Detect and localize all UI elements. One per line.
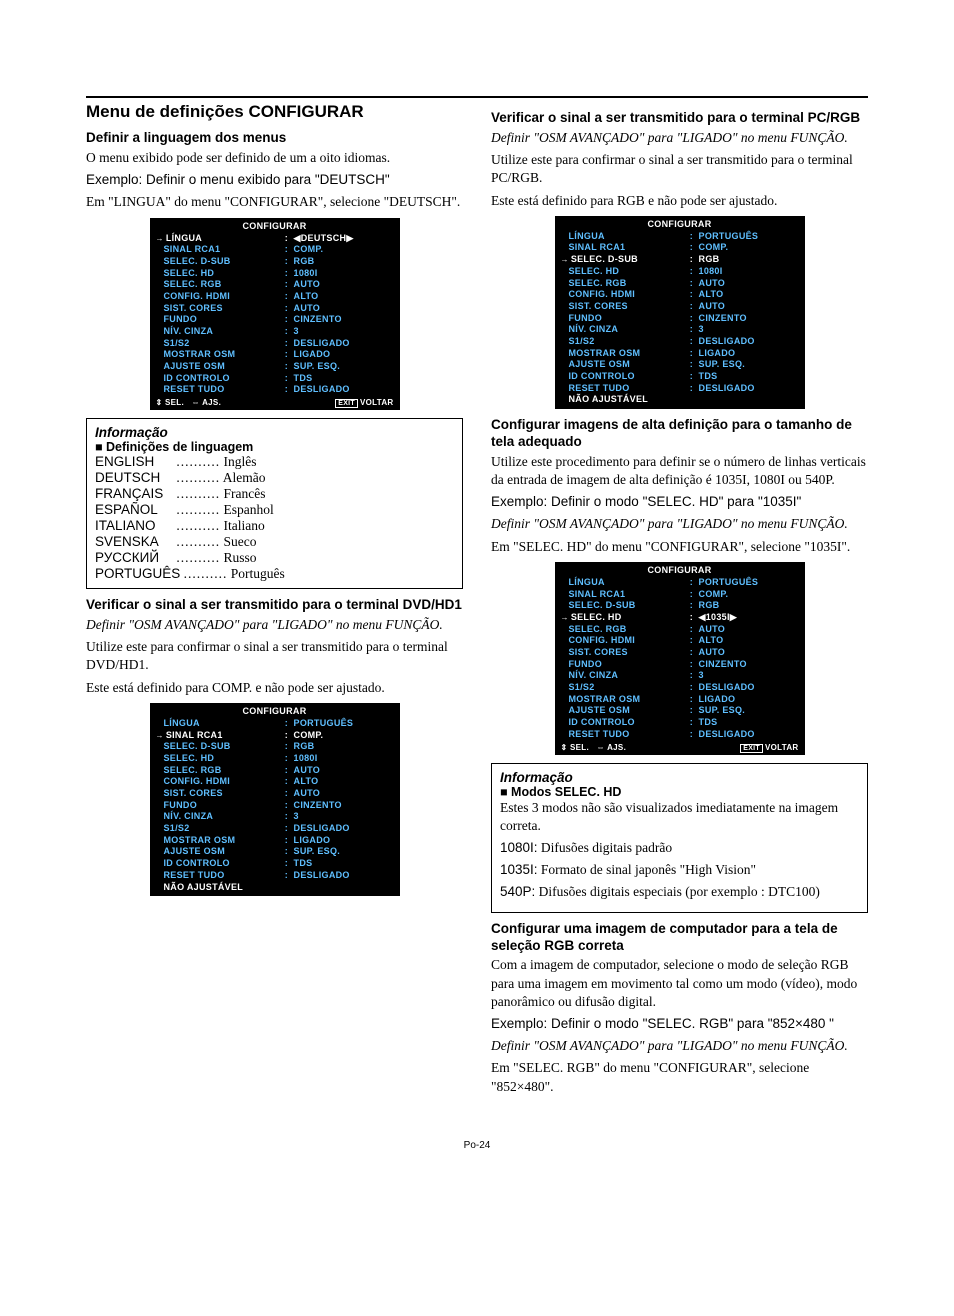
- section-title-lang: Definir a linguagem dos menus: [86, 130, 463, 147]
- osd-menu-1: CONFIGURARLÍNGUA:◀DEUTSCH▶SINAL RCA1:COM…: [150, 218, 400, 411]
- section-title-dvdhd1: Verificar o sinal a ser transmitido para…: [86, 597, 463, 614]
- para: Em "SELEC. HD" do menu "CONFIGURAR", sel…: [491, 538, 868, 556]
- para: Utilize este para confirmar o sinal a se…: [491, 151, 868, 187]
- osd-menu-3: CONFIGURARLÍNGUA:PORTUGUÊSSINAL RCA1:COM…: [555, 216, 805, 409]
- language-row: PORTUGUÊS .......... Português: [95, 566, 454, 582]
- section-title-rgb: Configurar uma imagem de computador para…: [491, 921, 868, 955]
- para: Este está definido para COMP. e não pode…: [86, 679, 463, 697]
- osd-menu-4: CONFIGURARLÍNGUA:PORTUGUÊSSINAL RCA1:COM…: [555, 562, 805, 755]
- right-column: Verificar o sinal a ser transmitido para…: [491, 102, 868, 1100]
- info-subheading: Definições de linguagem: [95, 440, 454, 454]
- language-row: ENGLISH .......... Inglês: [95, 454, 454, 470]
- left-column: Menu de definições CONFIGURAR Definir a …: [86, 102, 463, 1100]
- section-title-pcrgb: Verificar o sinal a ser transmitido para…: [491, 110, 868, 127]
- page-title: Menu de definições CONFIGURAR: [86, 102, 463, 122]
- page-number: Po-24: [86, 1140, 868, 1151]
- language-row: ESPAÑOL .......... Espanhol: [95, 502, 454, 518]
- language-list: ENGLISH .......... InglêsDEUTSCH .......…: [95, 454, 454, 582]
- hd-mode-line: 540P: Difusões digitais especiais (por e…: [500, 883, 859, 901]
- language-row: FRANÇAIS .......... Francês: [95, 486, 454, 502]
- info-heading: Informação: [95, 425, 454, 440]
- para: Com a imagem de computador, selecione o …: [491, 956, 868, 1011]
- para: Exemplo: Definir o menu exibido para "DE…: [86, 171, 463, 189]
- para: Definir "OSM AVANÇADO" para "LIGADO" no …: [491, 1037, 868, 1055]
- para: Em "SELEC. RGB" do menu "CONFIGURAR", se…: [491, 1059, 868, 1095]
- para: Exemplo: Definir o modo "SELEC. RGB" par…: [491, 1015, 868, 1033]
- section-title-hd: Configurar imagens de alta definição par…: [491, 417, 868, 451]
- language-row: SVENSKA .......... Sueco: [95, 534, 454, 550]
- para: Em "LINGUA" do menu "CONFIGURAR", seleci…: [86, 193, 463, 211]
- para: Definir "OSM AVANÇADO" para "LIGADO" no …: [491, 515, 868, 533]
- language-row: РУССКИЙ .......... Russo: [95, 550, 454, 566]
- hd-mode-line: 1080I: Difusões digitais padrão: [500, 839, 859, 857]
- para: Exemplo: Definir o modo "SELEC. HD" para…: [491, 493, 868, 511]
- language-row: ITALIANO .......... Italiano: [95, 518, 454, 534]
- info-box-languages: Informação Definições de linguagem ENGLI…: [86, 418, 463, 589]
- info-box-hdmodes: Informação Modos SELEC. HD Estes 3 modos…: [491, 763, 868, 913]
- para: Definir "OSM AVANÇADO" para "LIGADO" no …: [86, 616, 463, 634]
- para: Utilize este para confirmar o sinal a se…: [86, 638, 463, 674]
- para: Estes 3 modos não são visualizados imedi…: [500, 799, 859, 835]
- para: Definir "OSM AVANÇADO" para "LIGADO" no …: [491, 129, 868, 147]
- info-heading: Informação: [500, 770, 859, 785]
- para: O menu exibido pode ser definido de um a…: [86, 149, 463, 167]
- info-subheading: Modos SELEC. HD: [500, 785, 859, 799]
- osd-menu-2: CONFIGURARLÍNGUA:PORTUGUÊSSINAL RCA1:COM…: [150, 703, 400, 896]
- hd-mode-line: 1035I: Formato de sinal japonês "High Vi…: [500, 861, 859, 879]
- language-row: DEUTSCH .......... Alemão: [95, 470, 454, 486]
- para: Este está definido para RGB e não pode s…: [491, 192, 868, 210]
- para: Utilize este procedimento para definir s…: [491, 453, 868, 489]
